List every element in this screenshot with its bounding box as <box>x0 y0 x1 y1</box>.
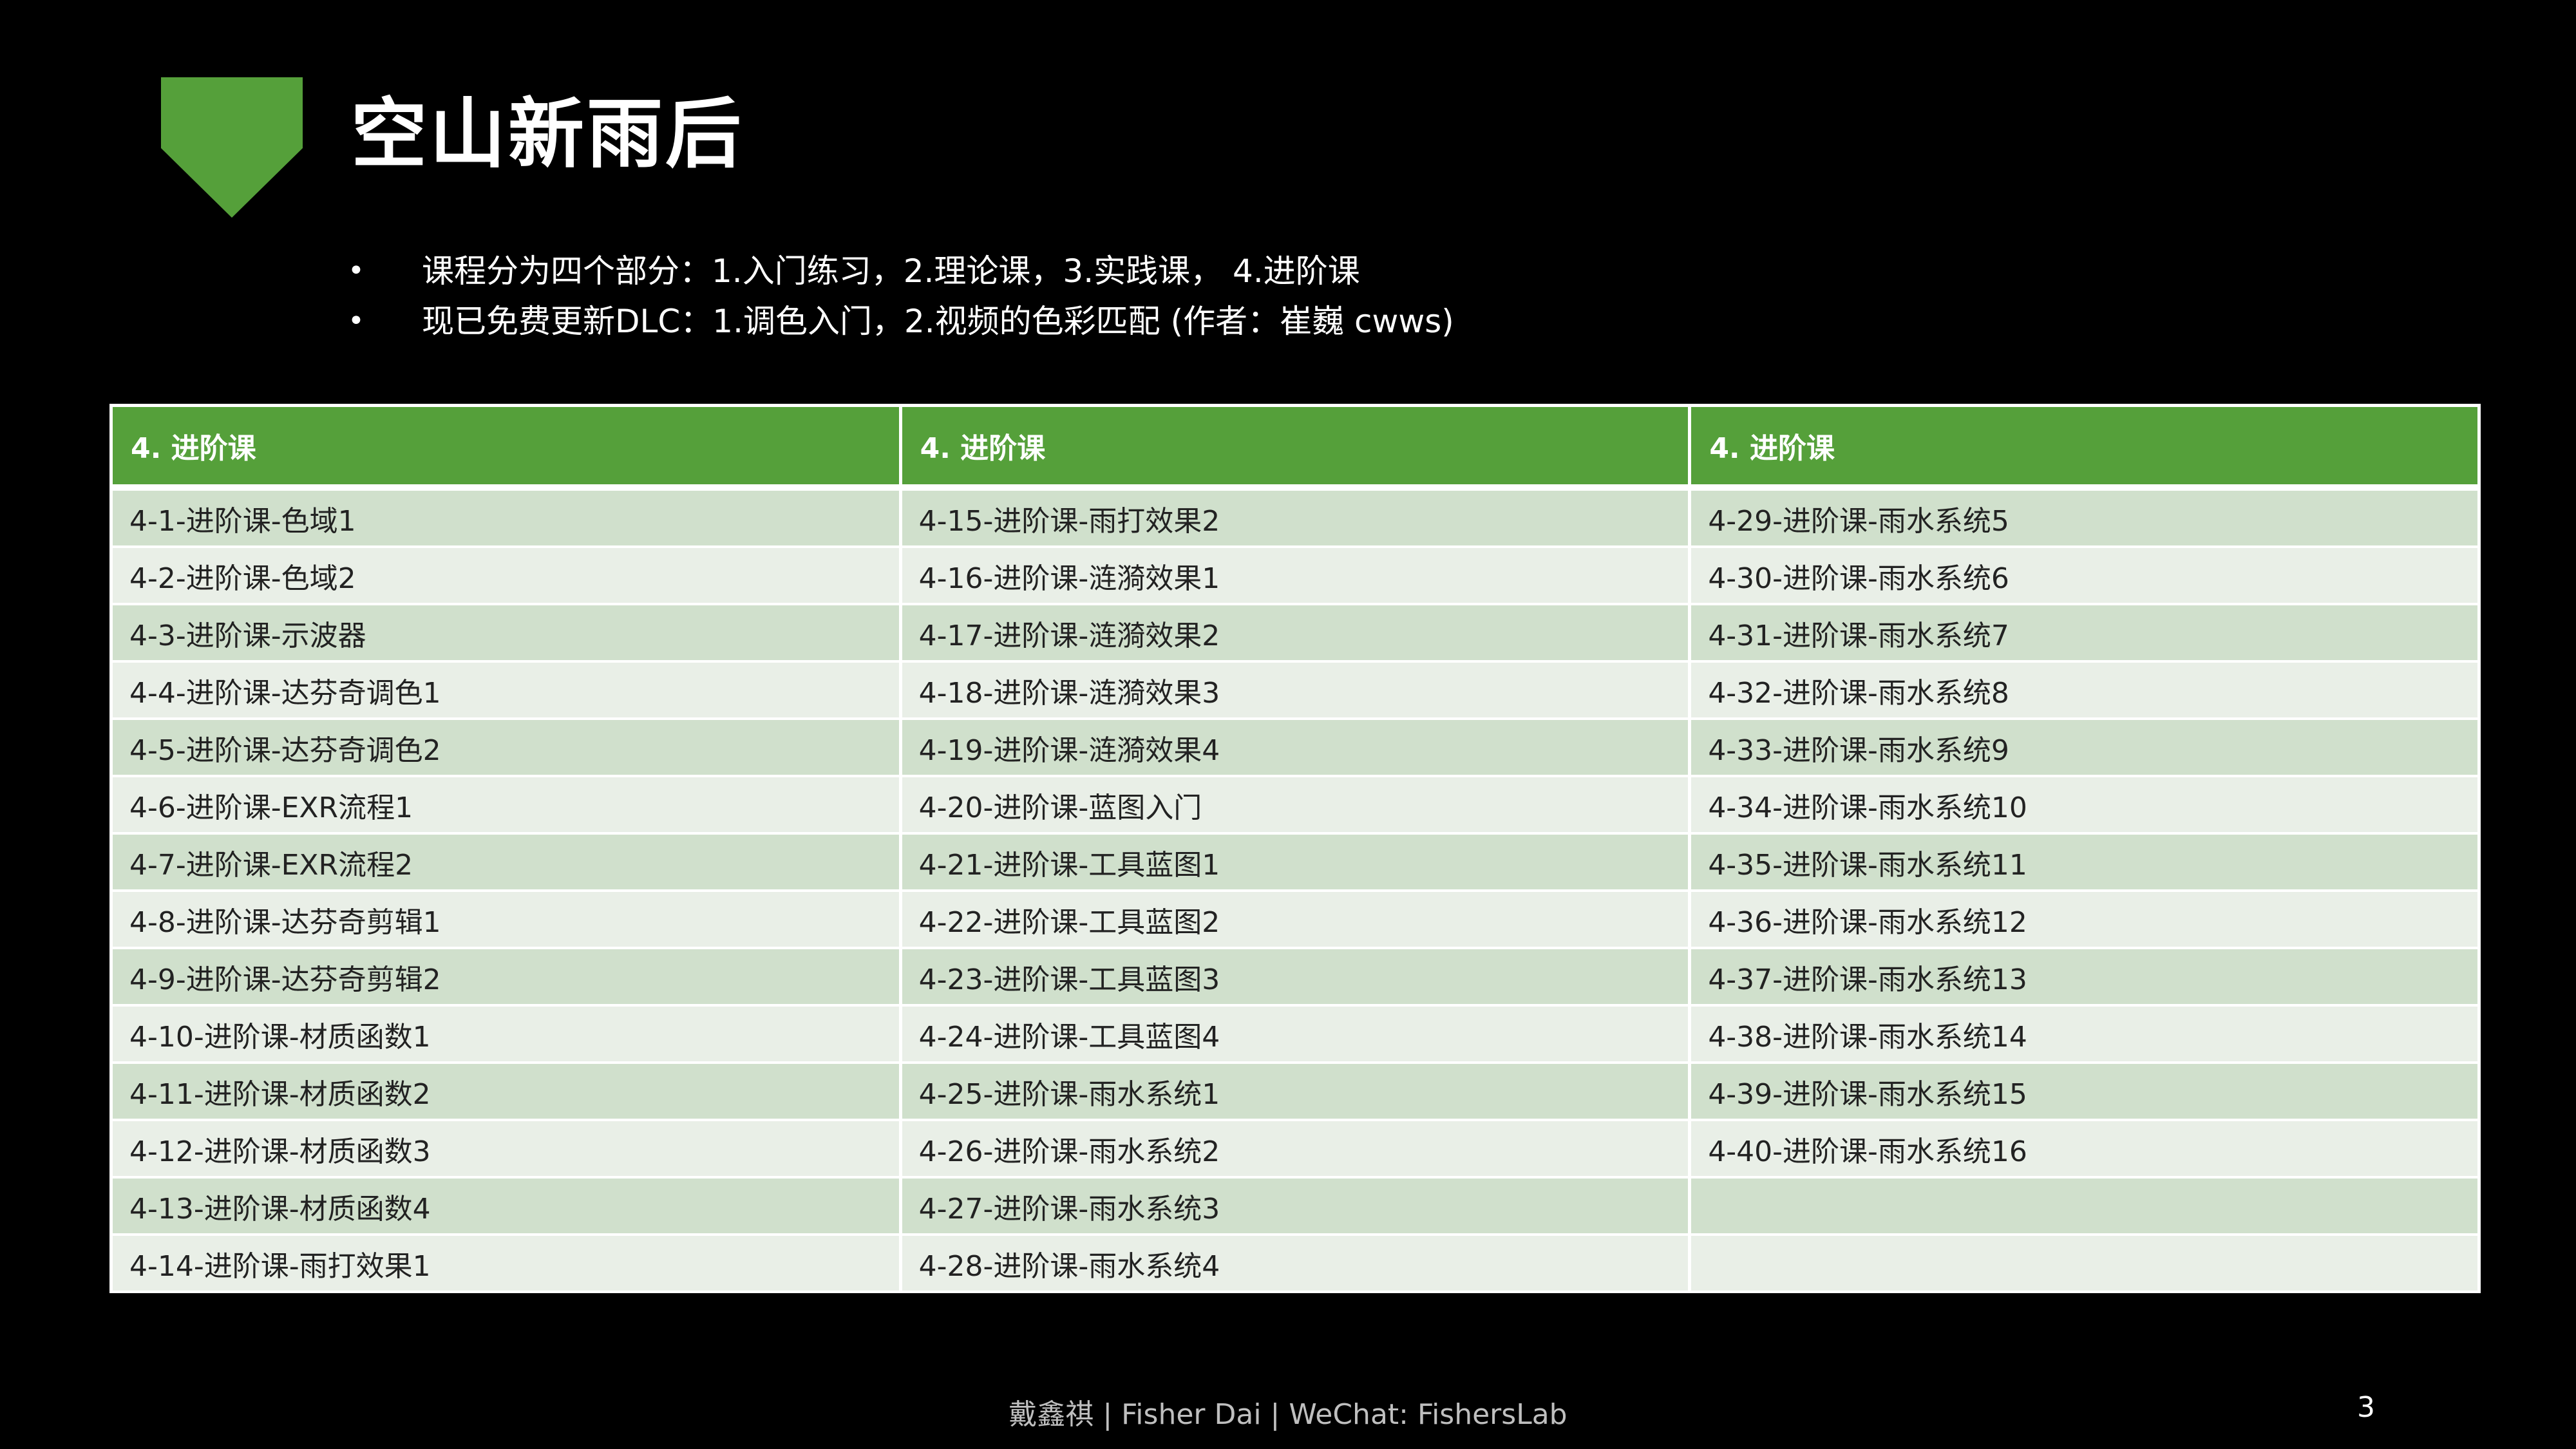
table-row: 4-6-进阶课-EXR流程1 4-20-进阶课-蓝图入门 4-34-进阶课-雨水系统… <box>109 775 2481 835</box>
table-cell <box>1688 1176 2481 1236</box>
table-row: 4-14-进阶课-雨打效果1 4-28-进阶课-雨水系统4 <box>109 1233 2481 1293</box>
course-table-container: 4. 进阶课 4. 进阶课 4. 进阶课 4-1-进阶课-色域1 4-15-进阶课… <box>109 404 2481 1293</box>
table-row: 4-11-进阶课-材质函数2 4-25-进阶课-雨水系统1 4-39-进阶课-雨水系… <box>109 1061 2481 1121</box>
table-cell: 4-27-进阶课-雨水系统3 <box>898 1176 1692 1236</box>
table-cell: 4-8-进阶课-达芬奇剪辑1 <box>109 889 902 949</box>
table-cell: 4-9-进阶课-达芬奇剪辑2 <box>109 947 902 1007</box>
table-cell: 4-20-进阶课-蓝图入门 <box>898 775 1692 835</box>
table-cell: 4-22-进阶课-工具蓝图2 <box>898 889 1692 949</box>
table-cell: 4-35-进阶课-雨水系统11 <box>1688 832 2481 892</box>
table-cell: 4-32-进阶课-雨水系统8 <box>1688 660 2481 720</box>
table-cell: 4-21-进阶课-工具蓝图1 <box>898 832 1692 892</box>
table-row: 4-7-进阶课-EXR流程2 4-21-进阶课-工具蓝图1 4-35-进阶课-雨水系… <box>109 832 2481 892</box>
table-cell: 4-15-进阶课-雨打效果2 <box>898 486 1692 548</box>
column-header: 4. 进阶课 <box>109 404 902 491</box>
table-cell: 4-7-进阶课-EXR流程2 <box>109 832 902 892</box>
course-table: 4. 进阶课 4. 进阶课 4. 进阶课 4-1-进阶课-色域1 4-15-进阶课… <box>109 404 2481 1293</box>
table-cell: 4-14-进阶课-雨打效果1 <box>109 1233 902 1293</box>
slide-title: 空山新雨后 <box>351 90 744 178</box>
bullet-list: • 课程分为四个部分：1.入门练习，2.理论课，3.实践课， 4.进阶课 • 现… <box>348 246 1454 346</box>
bullet-dot-icon: • <box>348 254 365 287</box>
table-cell: 4-10-进阶课-材质函数1 <box>109 1004 902 1064</box>
table-cell: 4-11-进阶课-材质函数2 <box>109 1061 902 1121</box>
table-cell: 4-2-进阶课-色域2 <box>109 545 902 605</box>
table-cell: 4-16-进阶课-涟漪效果1 <box>898 545 1692 605</box>
table-row: 4-1-进阶课-色域1 4-15-进阶课-雨打效果2 4-29-进阶课-雨水系统5 <box>109 486 2481 548</box>
bullet-item: • 课程分为四个部分：1.入门练习，2.理论课，3.实践课， 4.进阶课 <box>348 246 1454 296</box>
table-cell: 4-23-进阶课-工具蓝图3 <box>898 947 1692 1007</box>
table-row: 4-10-进阶课-材质函数1 4-24-进阶课-工具蓝图4 4-38-进阶课-雨水系… <box>109 1004 2481 1064</box>
table-cell: 4-6-进阶课-EXR流程1 <box>109 775 902 835</box>
table-row: 4-5-进阶课-达芬奇调色2 4-19-进阶课-涟漪效果4 4-33-进阶课-雨水系… <box>109 717 2481 777</box>
table-row: 4-9-进阶课-达芬奇剪辑2 4-23-进阶课-工具蓝图3 4-37-进阶课-雨水系… <box>109 947 2481 1007</box>
bullet-text: 现已免费更新DLC：1.调色入门，2.视频的色彩匹配 (作者：崔巍 cwws) <box>422 303 1454 340</box>
table-cell: 4-19-进阶课-涟漪效果4 <box>898 717 1692 777</box>
table-cell: 4-38-进阶课-雨水系统14 <box>1688 1004 2481 1064</box>
column-header: 4. 进阶课 <box>898 404 1692 491</box>
bullet-dot-icon: • <box>348 305 365 337</box>
table-cell: 4-29-进阶课-雨水系统5 <box>1688 486 2481 548</box>
table-cell: 4-33-进阶课-雨水系统9 <box>1688 717 2481 777</box>
table-cell: 4-4-进阶课-达芬奇调色1 <box>109 660 902 720</box>
table-cell: 4-5-进阶课-达芬奇调色2 <box>109 717 902 777</box>
bullet-item: • 现已免费更新DLC：1.调色入门，2.视频的色彩匹配 (作者：崔巍 cwws… <box>348 296 1454 346</box>
table-row: 4-12-进阶课-材质函数3 4-26-进阶课-雨水系统2 4-40-进阶课-雨水系… <box>109 1119 2481 1179</box>
table-cell: 4-12-进阶课-材质函数3 <box>109 1119 902 1179</box>
table-cell: 4-31-进阶课-雨水系统7 <box>1688 603 2481 663</box>
column-header: 4. 进阶课 <box>1688 404 2481 491</box>
table-cell: 4-34-进阶课-雨水系统10 <box>1688 775 2481 835</box>
table-row: 4-8-进阶课-达芬奇剪辑1 4-22-进阶课-工具蓝图2 4-36-进阶课-雨水系… <box>109 889 2481 949</box>
table-row: 4-13-进阶课-材质函数4 4-27-进阶课-雨水系统3 <box>109 1176 2481 1236</box>
table-cell <box>1688 1233 2481 1293</box>
table-cell: 4-1-进阶课-色域1 <box>109 486 902 548</box>
table-row: 4-3-进阶课-示波器 4-17-进阶课-涟漪效果2 4-31-进阶课-雨水系统7 <box>109 603 2481 663</box>
table-row: 4-2-进阶课-色域2 4-16-进阶课-涟漪效果1 4-30-进阶课-雨水系统6 <box>109 545 2481 605</box>
table-header-row: 4. 进阶课 4. 进阶课 4. 进阶课 <box>109 404 2481 491</box>
chevron-logo-shape <box>161 77 303 218</box>
table-cell: 4-40-进阶课-雨水系统16 <box>1688 1119 2481 1179</box>
table-cell: 4-17-进阶课-涟漪效果2 <box>898 603 1692 663</box>
page-number: 3 <box>2357 1391 2375 1424</box>
footer-credit: 戴鑫祺 | Fisher Dai | WeChat: FishersLab <box>1009 1398 1567 1431</box>
table-cell: 4-3-进阶课-示波器 <box>109 603 902 663</box>
table-cell: 4-13-进阶课-材质函数4 <box>109 1176 902 1236</box>
table-cell: 4-26-进阶课-雨水系统2 <box>898 1119 1692 1179</box>
table-cell: 4-24-进阶课-工具蓝图4 <box>898 1004 1692 1064</box>
table-cell: 4-39-进阶课-雨水系统15 <box>1688 1061 2481 1121</box>
table-cell: 4-36-进阶课-雨水系统12 <box>1688 889 2481 949</box>
table-cell: 4-18-进阶课-涟漪效果3 <box>898 660 1692 720</box>
table-cell: 4-25-进阶课-雨水系统1 <box>898 1061 1692 1121</box>
table-body: 4-1-进阶课-色域1 4-15-进阶课-雨打效果2 4-29-进阶课-雨水系统5 4… <box>109 486 2481 1293</box>
bullet-text: 课程分为四个部分：1.入门练习，2.理论课，3.实践课， 4.进阶课 <box>422 252 1360 290</box>
table-row: 4-4-进阶课-达芬奇调色1 4-18-进阶课-涟漪效果3 4-32-进阶课-雨水系… <box>109 660 2481 720</box>
table-cell: 4-37-进阶课-雨水系统13 <box>1688 947 2481 1007</box>
table-cell: 4-30-进阶课-雨水系统6 <box>1688 545 2481 605</box>
table-cell: 4-28-进阶课-雨水系统4 <box>898 1233 1692 1293</box>
